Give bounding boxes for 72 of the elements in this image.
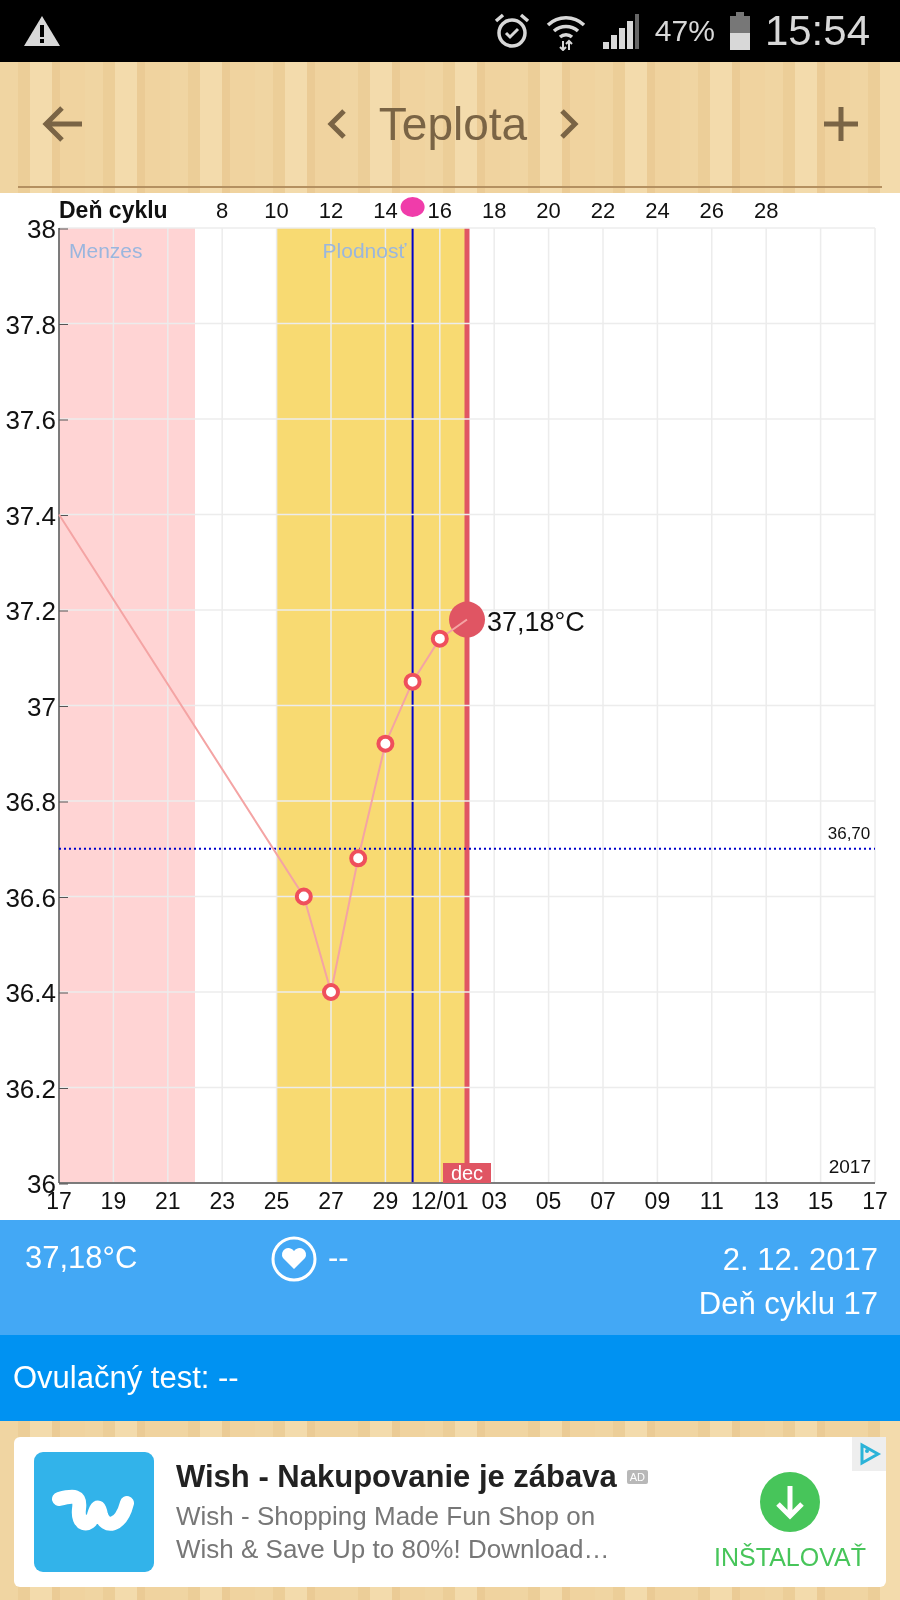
axis-label: 15 [807,1188,834,1214]
ovulation-test-text: Ovulačný test: -- [13,1360,239,1396]
app-logo-icon [34,1452,154,1572]
ad-card[interactable]: Wish - Nakupovanie je zábava AD Wish - Shopping Made Fun Shop on Wish & Save Up to 80%! Download… INŠTALOVAŤ [14,1437,886,1587]
current-reading-point [449,601,485,638]
download-icon [759,1470,822,1533]
axis-title: Deň cyklu [59,197,168,223]
axis-label: 09 [644,1188,671,1214]
axis-label: 37.6 [5,405,56,435]
axis-label: 37.8 [5,309,56,340]
battery-icon [728,12,751,50]
date-text: 2. 12. 2017 [721,1241,878,1279]
add-button[interactable] [822,105,860,143]
temperature-value: 37,18°C [25,1240,139,1276]
axis-label: 36.6 [5,882,56,913]
ad-title: Wish - Nakupovanie je zábava [176,1458,617,1495]
signal-icon [600,13,641,49]
axis-label: 25 [263,1188,290,1214]
month-tag: dec [443,1162,491,1184]
axis-label: 05 [535,1188,562,1214]
axis-label: 18 [481,198,507,223]
axis-label: 12 [318,198,344,223]
screen-title: Teplota [378,97,528,151]
axis-label: 27 [318,1188,344,1214]
data-point [349,849,368,868]
axis-label: 16 [427,198,453,223]
axis-label: 36.2 [5,1073,56,1104]
axis-label: 03 [481,1188,507,1214]
axis-label: 10 [264,198,289,223]
axis-label: 37 [27,691,56,722]
axis-label: 36.4 [5,978,56,1008]
axis-label: 17 [862,1188,888,1214]
cycle-day-text: Deň cyklu 17 [698,1285,878,1323]
axis-label: 38 [27,214,56,244]
back-button[interactable] [40,104,84,144]
data-point [322,983,340,1001]
axis-label: 26 [699,198,725,223]
axis-label: 21 [155,1188,181,1214]
axis-label: 37.4 [5,500,56,531]
axis-label: 07 [590,1188,616,1214]
axis-label: 12/01 [411,1188,469,1214]
axis-label: 24 [645,198,670,223]
ad-badge: AD [626,1469,649,1484]
axis-label: 28 [753,198,779,223]
axis-label: 14 [373,198,398,223]
clock-time: 15:54 [764,7,870,55]
data-point [294,887,313,906]
axis-label: 11 [699,1188,724,1214]
year-label: 2017 [828,1156,871,1177]
band-label: Menzes [69,239,143,262]
next-button[interactable] [559,108,580,140]
axis-label: 29 [372,1188,399,1214]
current-reading-label: 37,18°C [487,606,585,637]
data-point [403,672,422,691]
warning-icon [22,14,62,48]
alarm-clock-icon [492,12,531,50]
axis-label: 20 [536,198,561,223]
threshold-label: 36,70 [827,823,871,843]
axis-label: 22 [590,198,616,223]
data-point [376,734,395,753]
axis-label: 13 [753,1188,779,1214]
axis-label: 8 [216,198,229,223]
axis-label: 23 [209,1188,235,1214]
previous-button[interactable] [326,108,347,140]
battery-percentage: 47% [654,14,715,48]
ovulation-marker [400,197,425,217]
heart-rate-value: -- [328,1240,349,1276]
ad-description: Wish - Shopping Made Fun Shop on Wish & Save Up to 80%! Download… [176,1499,611,1566]
axis-label: 19 [100,1188,127,1214]
data-point [430,629,449,648]
axis-label: 37.2 [5,596,56,626]
axis-label: 36.8 [5,787,56,817]
